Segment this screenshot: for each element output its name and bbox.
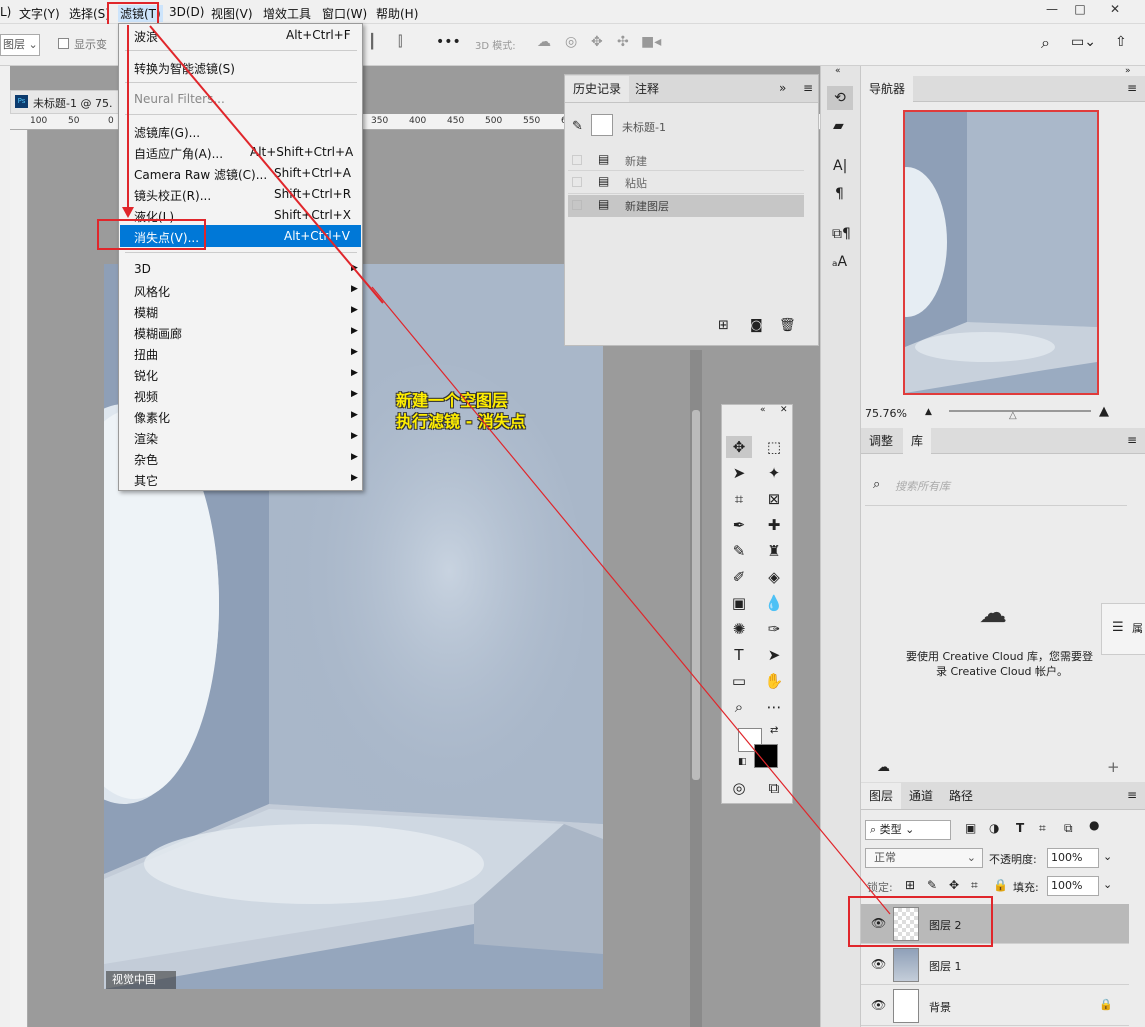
annotation-arrows (122, 25, 891, 915)
arrow-line-to-layer (371, 286, 891, 915)
arrow-line-diagonal (149, 25, 384, 304)
arrow-head-down-icon (122, 207, 134, 218)
